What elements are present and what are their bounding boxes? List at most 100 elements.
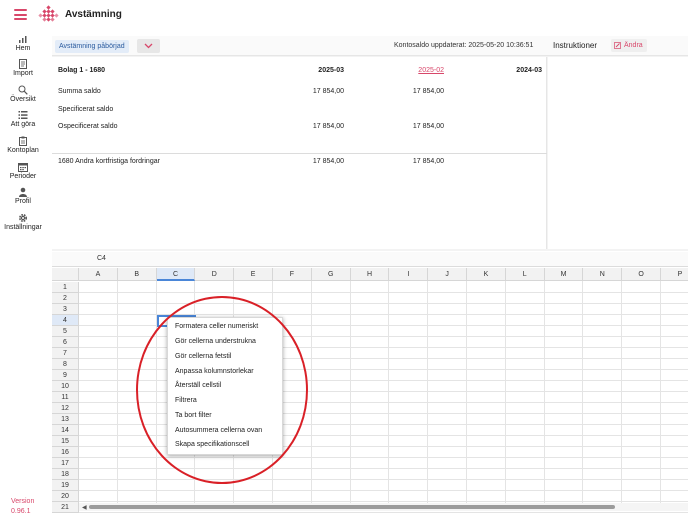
grid-row-line <box>79 303 688 304</box>
status-dropdown-button[interactable] <box>137 39 160 53</box>
cell-reference-bar <box>52 252 688 267</box>
sidebar-item-label: Inställningar <box>4 224 42 231</box>
instructions-panel <box>548 57 688 249</box>
grid-row-line <box>79 490 688 491</box>
row-header-6[interactable]: 6 <box>52 337 79 348</box>
row-header-18[interactable]: 18 <box>52 469 79 480</box>
sidebar-item-oversikt[interactable]: Översikt <box>0 85 46 103</box>
grid-row-line <box>79 468 688 469</box>
account-heading: Bolag 1 - 1680 <box>58 67 106 74</box>
sidebar-item-att-gora[interactable]: Att göra <box>0 110 46 128</box>
row-label-specificerat-saldo: Specificerat saldo <box>58 106 114 113</box>
sidebar-item-label: Att göra <box>10 121 36 128</box>
app-title: Avstämning <box>65 9 122 20</box>
row-header-8[interactable]: 8 <box>52 359 79 370</box>
account-row-2025-03: 17 854,00 <box>312 158 344 165</box>
logo-icon <box>38 5 59 22</box>
period-2025-02-link[interactable]: 2025-02 <box>400 67 444 74</box>
ospecificerat-saldo-2025-02: 17 854,00 <box>412 123 444 130</box>
row-label-summa-saldo: Summa saldo <box>58 88 101 95</box>
account-row-2025-02: 17 854,00 <box>412 158 444 165</box>
sidebar-item-installningar[interactable]: Inställningar <box>0 213 46 231</box>
scrollbar-thumb[interactable] <box>89 505 615 509</box>
column-header-o[interactable]: O <box>622 268 661 281</box>
gear-icon <box>18 213 28 223</box>
account-row-label: 1680 Andra kortfristiga fordringar <box>58 158 160 165</box>
row-header-11[interactable]: 11 <box>52 392 79 403</box>
list-icon <box>18 111 28 119</box>
home-icon <box>19 36 27 43</box>
column-header-n[interactable]: N <box>583 268 623 281</box>
calendar-icon <box>18 163 28 172</box>
row-header-5[interactable]: 5 <box>52 326 79 337</box>
instructions-title: Instruktioner <box>553 41 598 50</box>
version-label: Version <box>11 498 35 505</box>
column-header-c[interactable]: C <box>156 268 196 281</box>
row-header-12[interactable]: 12 <box>52 403 79 414</box>
period-2025-03: 2025-03 <box>318 67 344 74</box>
row-header-14[interactable]: 14 <box>52 425 79 436</box>
column-header-j[interactable]: J <box>428 268 467 281</box>
version-info: Version 0.96.1 <box>11 497 34 517</box>
row-label-ospecificerat-saldo: Ospecificerat saldo <box>58 123 118 130</box>
row-header-10[interactable]: 10 <box>52 381 79 392</box>
row-header-3[interactable]: 3 <box>52 304 79 315</box>
clipboard-icon <box>19 136 27 146</box>
sidebar <box>0 30 46 517</box>
edit-label: Ändra <box>624 42 643 49</box>
column-header-p[interactable]: P <box>661 268 688 281</box>
period-2024-03: 2024-03 <box>516 67 542 74</box>
user-icon <box>19 187 27 197</box>
row-header-20[interactable]: 20 <box>52 491 79 502</box>
grid-row-line <box>79 292 688 293</box>
column-header-f[interactable]: F <box>273 268 312 281</box>
sidebar-item-label: Profil <box>15 198 31 205</box>
version-number: 0.96.1 <box>11 508 31 515</box>
menu-icon[interactable] <box>14 9 27 20</box>
column-header-g[interactable]: G <box>311 268 351 281</box>
search-icon <box>18 85 28 95</box>
summary-divider <box>52 153 547 154</box>
column-header-l[interactable]: L <box>505 268 545 281</box>
row-header-21[interactable]: 21 <box>52 502 79 513</box>
row-header-13[interactable]: 13 <box>52 414 79 425</box>
import-icon <box>19 59 27 69</box>
row-header-9[interactable]: 9 <box>52 370 79 381</box>
sidebar-item-import[interactable]: Import <box>0 59 46 77</box>
grid-row-line <box>79 512 688 513</box>
column-header-a[interactable]: A <box>79 268 118 281</box>
cell-reference: C4 <box>97 255 106 262</box>
sidebar-item-hem[interactable]: Hem <box>0 34 46 52</box>
column-header-m[interactable]: M <box>544 268 584 281</box>
column-header-h[interactable]: H <box>350 268 390 281</box>
edit-instructions-button[interactable]: Ändra <box>611 39 647 52</box>
row-header-19[interactable]: 19 <box>52 480 79 491</box>
sidebar-item-label: Kontoplan <box>7 147 39 154</box>
annotation-circle <box>136 296 308 484</box>
row-header-16[interactable]: 16 <box>52 447 79 458</box>
column-header-b[interactable]: B <box>117 268 157 281</box>
column-header-d[interactable]: D <box>195 268 235 281</box>
sheet-corner[interactable] <box>52 268 79 281</box>
sidebar-item-kontoplan[interactable]: Kontoplan <box>0 136 46 154</box>
sidebar-item-label: Import <box>13 70 33 77</box>
summa-saldo-2025-03: 17 854,00 <box>312 88 344 95</box>
sidebar-item-label: Perioder <box>9 173 37 180</box>
scroll-left-icon[interactable]: ◀ <box>82 504 87 511</box>
sidebar-item-profil[interactable]: Profil <box>0 187 46 205</box>
row-header-2[interactable]: 2 <box>52 293 79 304</box>
balance-updated-text: Kontosaldo uppdaterat: 2025-05-20 10:36:… <box>394 42 534 49</box>
row-header-7[interactable]: 7 <box>52 348 79 359</box>
column-header-e[interactable]: E <box>234 268 273 281</box>
row-header-1[interactable]: 1 <box>52 282 79 293</box>
row-header-15[interactable]: 15 <box>52 436 79 447</box>
ospecificerat-saldo-2025-03: 17 854,00 <box>312 123 344 130</box>
row-header-4[interactable]: 4 <box>52 315 79 326</box>
sidebar-item-perioder[interactable]: Perioder <box>0 162 46 180</box>
status-button[interactable]: Avstämning påbörjad <box>55 40 129 53</box>
row-header-17[interactable]: 17 <box>52 458 79 469</box>
horizontal-scrollbar[interactable]: ◀ <box>79 503 688 511</box>
column-header-i[interactable]: I <box>389 268 429 281</box>
column-header-k[interactable]: K <box>467 268 506 281</box>
grid-row-line <box>79 501 688 502</box>
